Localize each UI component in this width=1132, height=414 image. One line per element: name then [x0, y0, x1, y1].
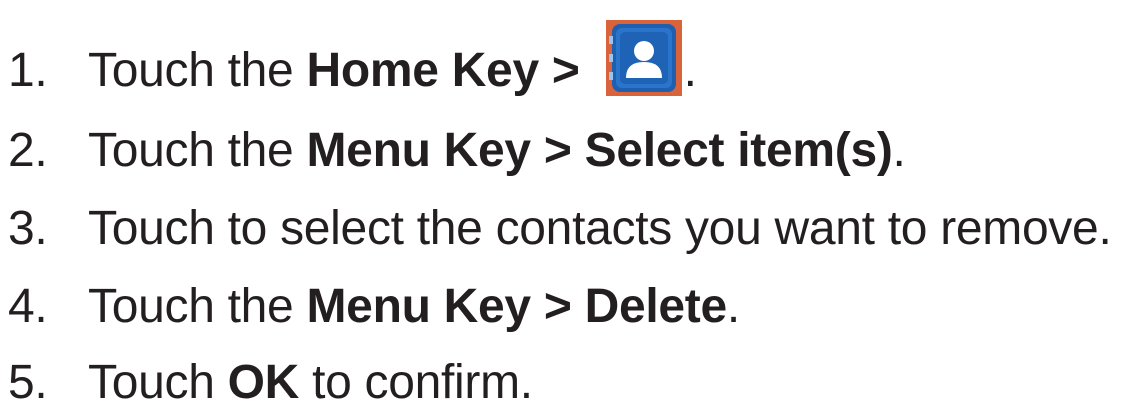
step-bold-text: OK — [227, 355, 300, 409]
step-text: Touch — [88, 355, 228, 409]
step-text: Touch to select the contacts you want to… — [88, 201, 1112, 255]
step-number: 3. — [8, 201, 48, 255]
step-number: 5. — [8, 355, 48, 409]
step-bold-text: Menu Key > Delete — [306, 279, 728, 333]
step-text: Touch the — [88, 279, 307, 333]
step-1: 1. Touch the Home Key > . — [0, 20, 697, 102]
step-text: Touch the — [88, 123, 307, 177]
step-text: Touch the — [88, 43, 307, 97]
step-text-suffix: . — [726, 279, 740, 333]
step-text-suffix: . — [683, 43, 697, 97]
step-5: 5. Touch OK to confirm. — [0, 350, 533, 414]
step-number: 2. — [8, 123, 48, 177]
step-3: 3. Touch to select the contacts you want… — [0, 196, 1112, 260]
step-number: 4. — [8, 279, 48, 333]
step-bold-text: Menu Key > Select item(s) — [306, 123, 893, 177]
step-4: 4. Touch the Menu Key > Delete . — [0, 274, 740, 338]
step-text-suffix: . — [892, 123, 906, 177]
contacts-app-icon — [605, 20, 682, 96]
step-2: 2. Touch the Menu Key > Select item(s) . — [0, 118, 906, 182]
step-text-suffix: to confirm. — [299, 355, 533, 409]
step-number: 1. — [8, 43, 48, 97]
step-bold-text: Home Key > — [306, 43, 580, 97]
